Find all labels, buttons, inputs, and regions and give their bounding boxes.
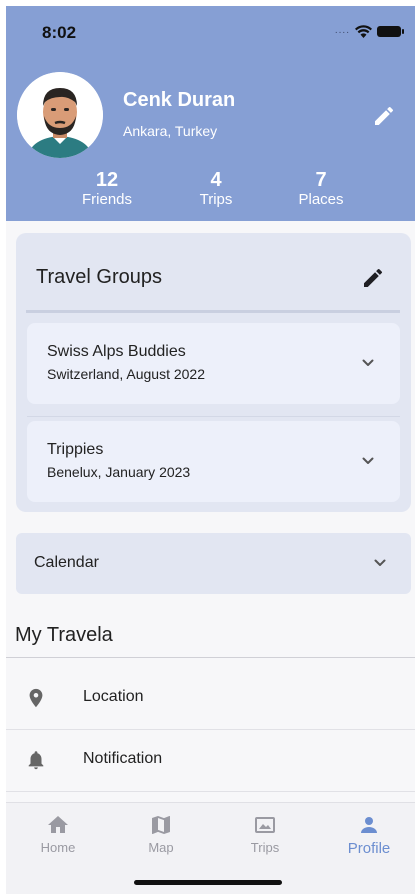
calendar-expander[interactable]: Calendar: [16, 533, 411, 594]
stat-trips[interactable]: 4 Trips: [171, 169, 261, 209]
nav-label: Map: [148, 840, 174, 855]
divider: [26, 310, 400, 313]
status-time: 8:02: [42, 23, 77, 42]
profile-name: Cenk Duran: [123, 89, 236, 111]
menu-item-location[interactable]: Location: [6, 668, 415, 728]
section-title: My Travela: [15, 624, 113, 646]
stat-value: 4: [210, 169, 222, 191]
divider: [6, 791, 415, 792]
wifi-icon: [355, 25, 372, 38]
travel-group-item[interactable]: Trippies Benelux, January 2023: [27, 421, 400, 502]
phone-screen: 8:02 .... Cenk Duran Ankara, Turkey 12 F…: [6, 6, 415, 894]
menu-item-label: Notification: [83, 750, 163, 767]
stat-value: 7: [315, 169, 327, 191]
profile-location: Ankara, Turkey: [123, 123, 218, 139]
stat-label: Trips: [199, 191, 233, 208]
divider: [27, 416, 400, 417]
map-icon: [152, 816, 170, 834]
group-subtitle: Switzerland, August 2022: [47, 366, 205, 382]
travel-groups-card: Travel Groups Swiss Alps Buddies Switzer…: [16, 233, 411, 512]
nav-home[interactable]: Home: [18, 813, 98, 855]
group-title: Swiss Alps Buddies: [47, 343, 186, 360]
home-icon: [48, 816, 68, 833]
menu-item-notification[interactable]: Notification: [6, 730, 415, 790]
chevron-down-icon[interactable]: [360, 453, 376, 469]
stat-label: Friends: [81, 191, 133, 208]
stat-friends[interactable]: 12 Friends: [62, 169, 152, 209]
stat-value: 12: [95, 169, 119, 191]
profile-header: 8:02 .... Cenk Duran Ankara, Turkey 12 F…: [6, 6, 415, 221]
group-title: Trippies: [47, 441, 104, 458]
stat-label: Places: [298, 191, 344, 208]
menu-item-label: Location: [83, 688, 144, 705]
location-pin-icon: [29, 688, 43, 708]
avatar-illustration: [17, 72, 103, 158]
battery-icon: [377, 26, 404, 37]
trips-icon: [255, 817, 275, 833]
nav-map[interactable]: Map: [121, 813, 201, 855]
status-icons: ....: [334, 25, 404, 38]
nav-trips[interactable]: Trips: [225, 813, 305, 855]
profile-icon: [361, 817, 377, 833]
group-subtitle: Benelux, January 2023: [47, 464, 191, 480]
nav-profile[interactable]: Profile: [329, 813, 409, 857]
divider: [6, 657, 415, 658]
avatar[interactable]: [17, 72, 103, 158]
signal-dots: ....: [334, 25, 350, 36]
travel-group-item[interactable]: Swiss Alps Buddies Switzerland, August 2…: [27, 323, 400, 404]
stat-places[interactable]: 7 Places: [276, 169, 366, 209]
nav-label: Home: [40, 840, 76, 855]
home-indicator[interactable]: [134, 880, 282, 885]
pencil-icon[interactable]: [372, 104, 396, 128]
bell-icon: [28, 751, 44, 770]
pencil-icon[interactable]: [361, 266, 385, 290]
travel-groups-title: Travel Groups: [36, 266, 162, 288]
chevron-down-icon[interactable]: [372, 555, 388, 571]
chevron-down-icon[interactable]: [360, 355, 376, 371]
nav-label: Profile: [347, 840, 391, 857]
nav-label: Trips: [250, 840, 280, 855]
calendar-label: Calendar: [34, 554, 99, 571]
